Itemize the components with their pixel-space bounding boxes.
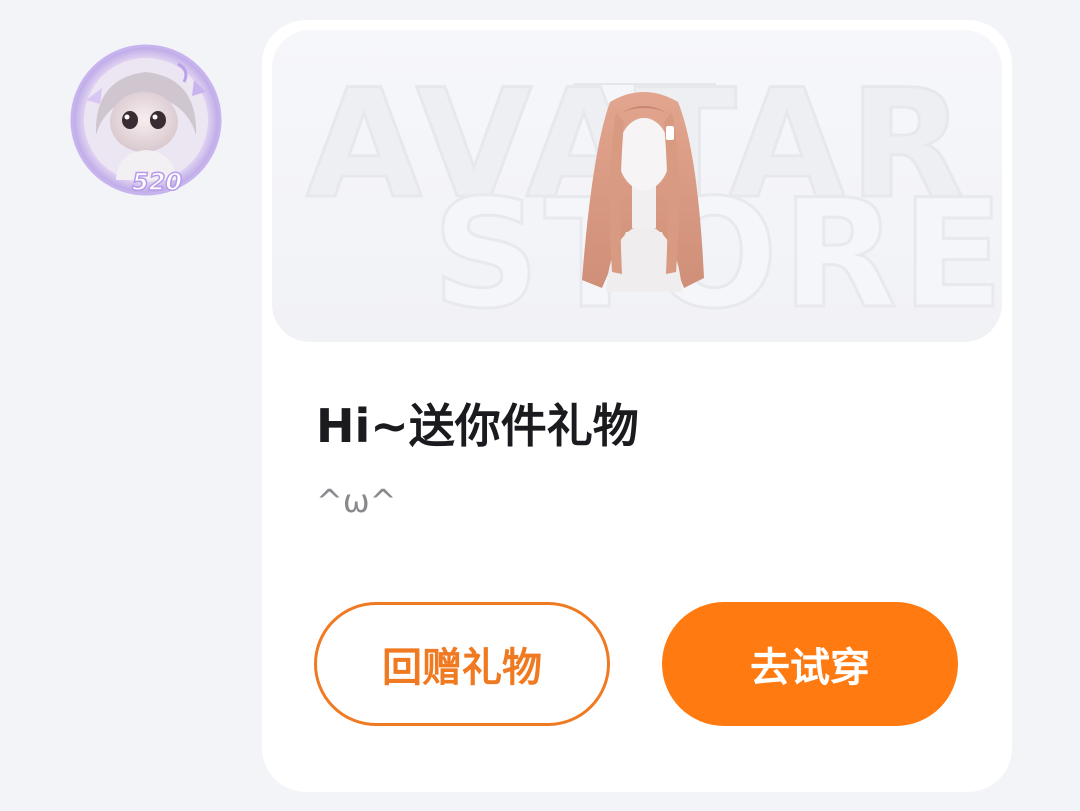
sender-avatar[interactable]: 520 [66,40,226,200]
gift-banner: AVATAR STORE [272,30,1002,342]
gift-card: AVATAR STORE [262,20,1012,792]
gift-title: Hi~送你件礼物 [316,399,639,453]
gift-subtitle: ^ω^ [316,482,397,520]
frame-badge: 520 [131,167,183,197]
long-hair-wig-icon [574,83,716,292]
gift-item-preview[interactable] [566,82,722,292]
try-on-button[interactable]: 去试穿 [662,602,958,726]
return-gift-button[interactable]: 回赠礼物 [314,602,610,726]
